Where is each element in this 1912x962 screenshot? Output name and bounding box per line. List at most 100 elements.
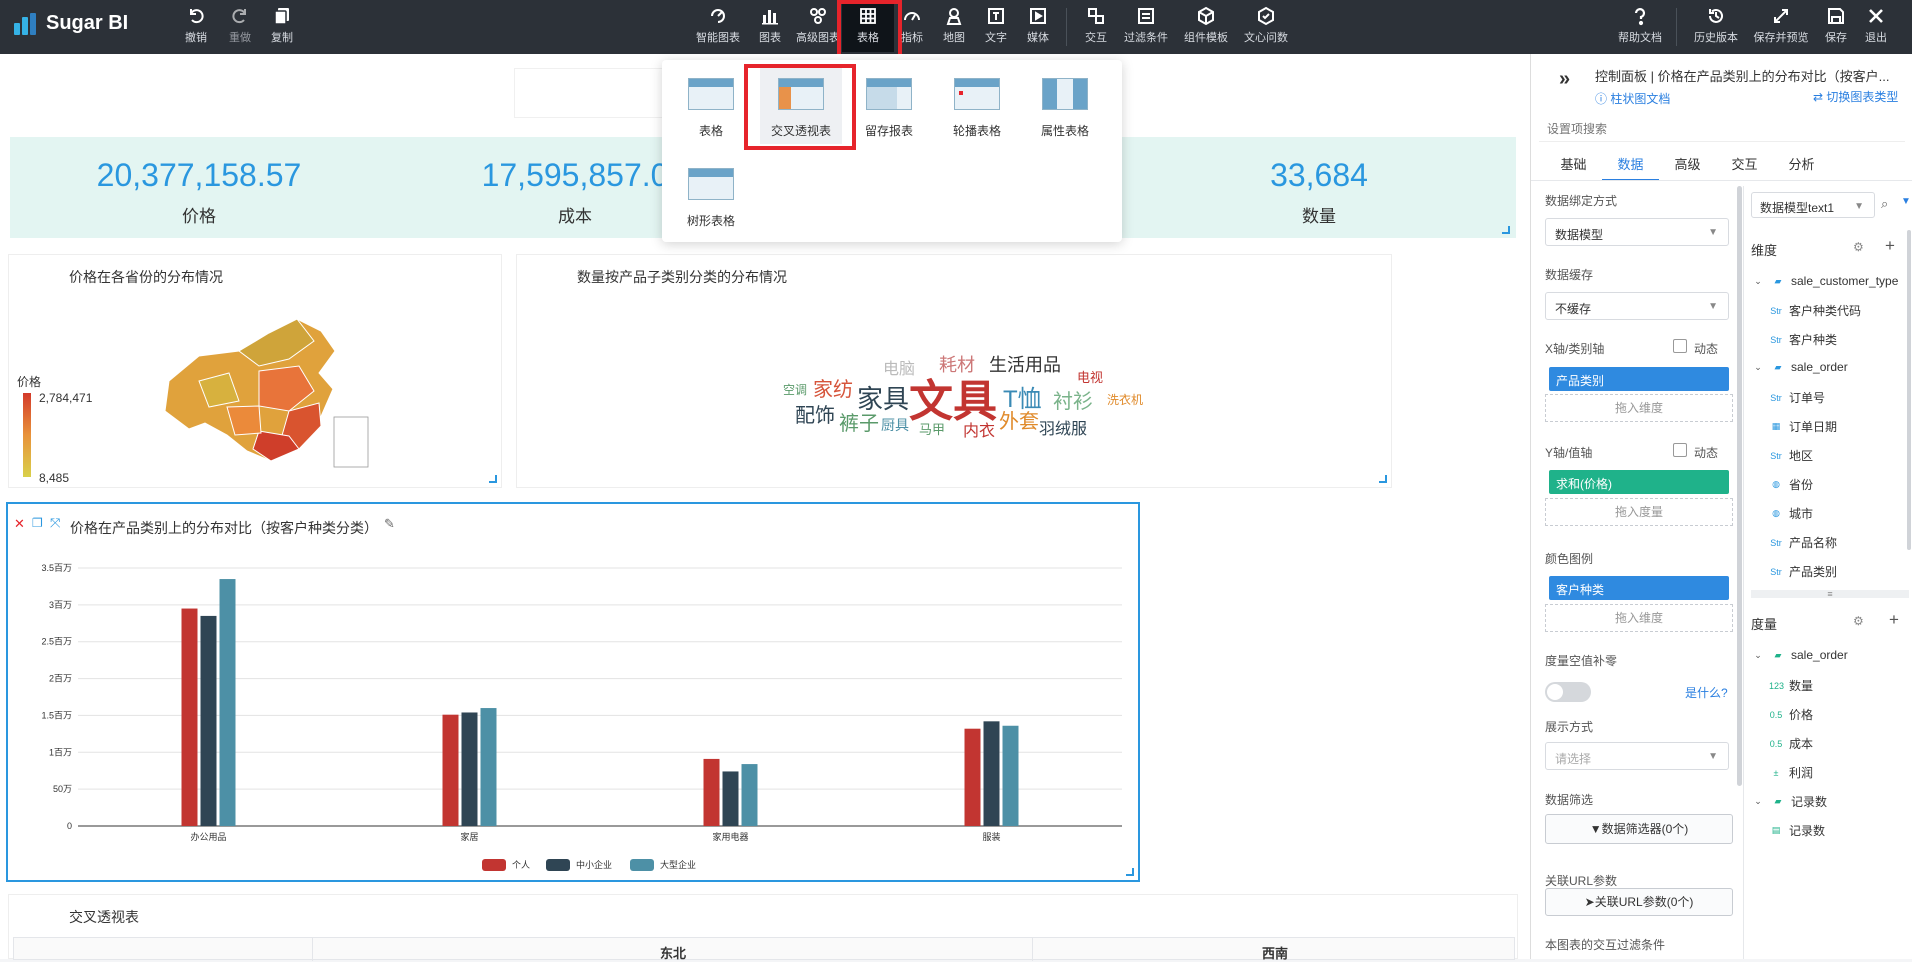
bar-chart[interactable]: 0 50万 1百万 1.5百万 2百万 2.5百万 3百万 3.5百万办公用品 家居 家用电器 服装… bbox=[8, 504, 1138, 880]
null-fill-toggle[interactable] bbox=[1545, 682, 1591, 702]
china-map[interactable] bbox=[149, 311, 369, 471]
map-chart-card[interactable]: 价格在各省份的分布情况 价格 2,784,471 8,485 bbox=[8, 254, 502, 488]
y-axis-field-pill[interactable]: 求和(价格) bbox=[1549, 470, 1729, 494]
word: 电视 bbox=[1077, 370, 1104, 385]
help-icon bbox=[1634, 8, 1646, 26]
bar-chart-doc-link[interactable]: ⓘ 柱状图文档 bbox=[1595, 90, 1670, 107]
measure-folder[interactable]: ⌄ ▰ 记录数 bbox=[1751, 793, 1827, 810]
save-preview-button[interactable]: 保存并预览 bbox=[1750, 6, 1812, 50]
menu-item-pivot-table[interactable]: 交叉透视表 bbox=[760, 66, 842, 144]
y-tick-label: 3百万 bbox=[49, 600, 72, 610]
kpi-card-quantity[interactable]: 33,684 数量 bbox=[1122, 137, 1516, 238]
word: 外套 bbox=[999, 411, 1039, 433]
word: 内衣 bbox=[963, 423, 996, 440]
color-legend-dropzone[interactable]: 拖入维度 bbox=[1545, 604, 1733, 632]
metric-button[interactable]: 指标 bbox=[898, 6, 926, 50]
dimension-field[interactable]: Str 客户种类 bbox=[1769, 331, 1837, 348]
filter-button[interactable]: 过滤条件 bbox=[1120, 6, 1172, 50]
data-filter-button[interactable]: ▼数据筛选器(0个) bbox=[1545, 814, 1733, 844]
component-template-button[interactable]: 组件模板 bbox=[1180, 6, 1232, 50]
dimension-field[interactable]: Str 订单号 bbox=[1769, 389, 1825, 406]
tab-interaction[interactable]: 交互 bbox=[1716, 154, 1773, 181]
settings-search-input[interactable] bbox=[1539, 116, 1905, 142]
resize-handle[interactable] bbox=[1126, 868, 1134, 876]
add-dimension-icon[interactable]: + bbox=[1885, 236, 1895, 256]
tab-data[interactable]: 数据 bbox=[1602, 154, 1659, 181]
x-axis-field-pill[interactable]: 产品类别 bbox=[1549, 367, 1729, 391]
y-dynamic-checkbox[interactable] bbox=[1673, 443, 1687, 457]
interaction-button[interactable]: 交互 bbox=[1082, 6, 1110, 50]
menu-item-table[interactable]: 表格 bbox=[670, 66, 752, 144]
tab-divider bbox=[1531, 180, 1912, 181]
what-is-this-link[interactable]: 是什么? bbox=[1685, 684, 1728, 701]
help-button[interactable]: 帮助文档 bbox=[1616, 6, 1664, 50]
x-axis-dropzone[interactable]: 拖入维度 bbox=[1545, 394, 1733, 422]
dimension-field[interactable]: ◍ 城市 bbox=[1769, 505, 1813, 522]
advanced-chart-button[interactable]: 高级图表 bbox=[794, 6, 842, 50]
dimension-field[interactable]: Str 地区 bbox=[1769, 447, 1813, 464]
measure-field[interactable]: 123 数量 bbox=[1769, 677, 1813, 694]
y-tick-label: 1百万 bbox=[49, 747, 72, 757]
measure-field[interactable]: ± 利润 bbox=[1769, 764, 1814, 781]
app-logo[interactable]: Sugar BI bbox=[14, 12, 128, 35]
settings-scrollbar[interactable] bbox=[1737, 186, 1742, 786]
field-list-scrollbar[interactable] bbox=[1907, 230, 1911, 550]
url-param-button[interactable]: ➤关联URL参数(0个) bbox=[1545, 888, 1733, 916]
dimension-field[interactable]: Str 客户种类代码 bbox=[1769, 302, 1861, 319]
dimension-folder[interactable]: ⌄ ▰ sale_order bbox=[1751, 360, 1847, 374]
tab-advanced[interactable]: 高级 bbox=[1659, 154, 1716, 181]
bind-mode-select[interactable]: 数据模型 ▼ bbox=[1545, 218, 1729, 246]
redo-button[interactable]: 重做 bbox=[226, 6, 254, 50]
tab-analysis[interactable]: 分析 bbox=[1773, 154, 1830, 181]
dimension-field[interactable]: ◍ 省份 bbox=[1769, 476, 1813, 493]
map-button[interactable]: 地图 bbox=[940, 6, 968, 50]
add-measure-icon[interactable]: + bbox=[1889, 610, 1899, 630]
bar-chart-card[interactable]: ✕ ❐ ⤧ 价格在产品类别上的分布对比（按客户种类分类） ✎ 0 50万 1百万 1.… bbox=[6, 502, 1140, 882]
dimension-folder[interactable]: ⌄ ▰ sale_customer_type bbox=[1751, 274, 1898, 288]
dimension-field[interactable]: ▦ 订单日期 bbox=[1769, 418, 1837, 435]
measure-field[interactable]: ▤ 记录数 bbox=[1769, 822, 1825, 839]
dimension-field[interactable]: Str 产品类别 bbox=[1769, 563, 1837, 580]
menu-item-attribute-table[interactable]: 属性表格 bbox=[1024, 66, 1106, 144]
display-mode-select[interactable]: 请选择 ▼ bbox=[1545, 742, 1729, 770]
color-legend-field-pill[interactable]: 客户种类 bbox=[1549, 576, 1729, 600]
dimension-field[interactable]: Str 产品名称 bbox=[1769, 534, 1837, 551]
menu-item-carousel-table[interactable]: 轮播表格 bbox=[936, 66, 1018, 144]
y-axis-dropzone[interactable]: 拖入度量 bbox=[1545, 498, 1733, 526]
copy-button[interactable]: 复制 bbox=[268, 6, 296, 50]
x-dynamic-checkbox[interactable] bbox=[1673, 339, 1687, 353]
smart-chart-button[interactable]: 智能图表 bbox=[694, 6, 742, 50]
switch-chart-type-link[interactable]: ⇄ 切换图表类型 bbox=[1813, 88, 1898, 105]
undo-button[interactable]: 撤销 bbox=[182, 6, 210, 50]
wenxin-button[interactable]: 文心问数 bbox=[1240, 6, 1292, 50]
tab-basic[interactable]: 基础 bbox=[1545, 154, 1602, 181]
interaction-icon bbox=[1088, 8, 1104, 24]
resize-handle[interactable] bbox=[1379, 475, 1387, 483]
history-button[interactable]: 历史版本 bbox=[1690, 6, 1742, 50]
measure-field[interactable]: 0.5 价格 bbox=[1769, 706, 1813, 723]
data-model-select[interactable]: 数据模型text1 ▼ bbox=[1751, 192, 1875, 218]
settings-icon[interactable]: ⚙ bbox=[1853, 614, 1864, 628]
save-button[interactable]: 保存 bbox=[1822, 6, 1850, 50]
menu-item-tree-table[interactable]: 树形表格 bbox=[670, 156, 752, 234]
settings-icon[interactable]: ⚙ bbox=[1853, 240, 1864, 254]
exit-button[interactable]: 退出 bbox=[1862, 6, 1890, 50]
chevron-down-icon[interactable]: ▼ bbox=[1901, 196, 1911, 207]
search-icon[interactable]: ⌕ bbox=[1881, 196, 1888, 212]
measure-field[interactable]: 0.5 成本 bbox=[1769, 735, 1813, 752]
table-button[interactable]: 表格 bbox=[842, 2, 894, 52]
cache-select[interactable]: 不缓存 ▼ bbox=[1545, 292, 1729, 320]
splitter-handle[interactable]: ≡ bbox=[1751, 590, 1909, 599]
menu-item-retention-report[interactable]: 留存报表 bbox=[848, 66, 930, 144]
wordcloud-card[interactable]: 数量按产品子类别分类的分布情况 电脑 耗材 生活用品 空调 家纺 家具 文具 T… bbox=[516, 254, 1392, 488]
title-placeholder[interactable] bbox=[514, 68, 664, 118]
resize-handle[interactable] bbox=[489, 475, 497, 483]
resize-handle[interactable] bbox=[1502, 226, 1510, 234]
media-button[interactable]: 媒体 bbox=[1024, 6, 1052, 50]
measure-folder[interactable]: ⌄ ▰ sale_order bbox=[1751, 648, 1847, 662]
text-button[interactable]: 文字 bbox=[982, 6, 1010, 50]
collapse-panel-icon[interactable]: » bbox=[1559, 68, 1570, 91]
chart-button[interactable]: 图表 bbox=[756, 6, 784, 50]
pivot-table-card[interactable]: 交叉透视表 东北 西南 bbox=[8, 894, 1518, 961]
kpi-card-price[interactable]: 20,377,158.57 价格 bbox=[10, 137, 388, 238]
